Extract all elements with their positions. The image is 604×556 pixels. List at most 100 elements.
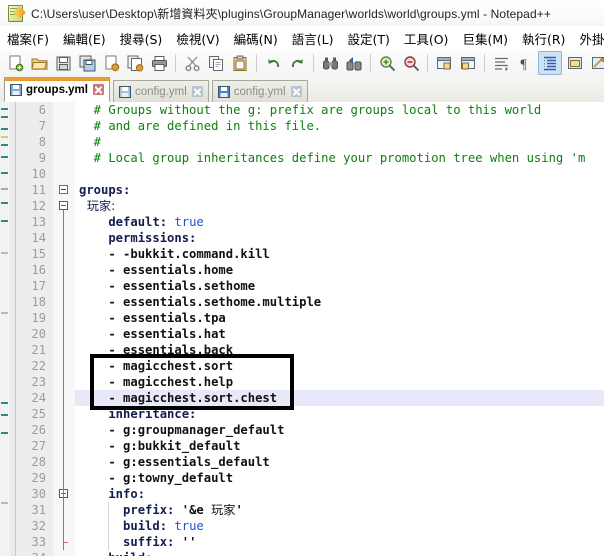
editor-line-21[interactable]: 21 - essentials.back: [16, 342, 604, 358]
code-text[interactable]: - g:groupmanager_default: [79, 422, 284, 438]
editor-line-11[interactable]: 11 groups:: [16, 182, 604, 198]
code-text[interactable]: # Groups without the g: prefix are group…: [79, 102, 542, 118]
code-text[interactable]: permissions:: [79, 230, 196, 246]
code-text[interactable]: - -bukkit.command.kill: [79, 246, 269, 262]
code-text[interactable]: inheritance:: [79, 406, 196, 422]
menu-run[interactable]: 執行(R): [515, 26, 572, 51]
menu-view[interactable]: 檢視(V): [169, 26, 226, 51]
editor-line-16[interactable]: 16 - essentials.home: [16, 262, 604, 278]
code-text[interactable]: info:: [79, 486, 145, 502]
menu-macro[interactable]: 巨集(M): [455, 26, 515, 51]
fold-toggle-line-12[interactable]: [59, 201, 68, 210]
toolbar-save[interactable]: [52, 52, 74, 74]
close-tab-icon[interactable]: [290, 86, 302, 97]
menu-search[interactable]: 搜尋(S): [113, 26, 170, 51]
code-text[interactable]: - magicchest.sort.chest: [79, 390, 277, 406]
toolbar-macro-record[interactable]: [588, 52, 604, 74]
editor-line-12[interactable]: 12 玩家:: [16, 198, 604, 214]
toolbar-print[interactable]: [148, 52, 170, 74]
editor-line-22[interactable]: 22 - magicchest.sort: [16, 358, 604, 374]
code-text[interactable]: - g:towny_default: [79, 470, 233, 486]
toolbar-show-all-chars[interactable]: ¶: [514, 52, 536, 74]
code-text[interactable]: - essentials.home: [79, 262, 233, 278]
toolbar-redo[interactable]: [286, 52, 308, 74]
tab-1[interactable]: groups.yml: [4, 77, 110, 102]
code-text[interactable]: - essentials.hat: [79, 326, 225, 342]
toolbar-new[interactable]: [4, 52, 26, 74]
editor-line-23[interactable]: 23 - magicchest.help: [16, 374, 604, 390]
code-text[interactable]: - essentials.sethome.multiple: [79, 294, 321, 310]
code-text[interactable]: - magicchest.help: [79, 374, 233, 390]
toolbar-save-all[interactable]: [76, 52, 98, 74]
editor-line-34[interactable]: 34 build:: [16, 550, 604, 556]
toolbar-indent-guide[interactable]: [538, 51, 562, 75]
editor-line-6[interactable]: 6 # Groups without the g: prefix are gro…: [16, 102, 604, 118]
editor-line-26[interactable]: 26 - g:groupmanager_default: [16, 422, 604, 438]
editor-line-19[interactable]: 19 - essentials.tpa: [16, 310, 604, 326]
editor-line-31[interactable]: 31 prefix: '&e 玩家': [16, 502, 604, 518]
editor-line-14[interactable]: 14 permissions:: [16, 230, 604, 246]
menu-plugins[interactable]: 外掛(P): [572, 26, 604, 51]
close-tab-icon[interactable]: [92, 84, 104, 95]
close-tab-icon[interactable]: [191, 86, 203, 97]
code-text[interactable]: suffix: '': [79, 534, 196, 550]
editor-line-17[interactable]: 17 - essentials.sethome: [16, 278, 604, 294]
editor-line-32[interactable]: 32 build: true: [16, 518, 604, 534]
menu-file[interactable]: 檔案(F): [0, 26, 56, 51]
code-text[interactable]: #: [79, 134, 101, 150]
code-text[interactable]: - g:essentials_default: [79, 454, 269, 470]
editor-line-18[interactable]: 18 - essentials.sethome.multiple: [16, 294, 604, 310]
code-text[interactable]: groups:: [79, 182, 130, 198]
toolbar-find[interactable]: [319, 52, 341, 74]
editor-line-27[interactable]: 27 - g:bukkit_default: [16, 438, 604, 454]
code-text[interactable]: prefix: '&e 玩家': [79, 502, 243, 518]
menu-encoding[interactable]: 編碼(N): [227, 26, 285, 51]
toolbar-undo[interactable]: [262, 52, 284, 74]
code-text[interactable]: # and are defined in this file.: [79, 118, 321, 134]
tab-2[interactable]: config.yml: [112, 80, 209, 102]
editor-line-8[interactable]: 8 #: [16, 134, 604, 150]
editor-line-15[interactable]: 15 - -bukkit.command.kill: [16, 246, 604, 262]
tab-3[interactable]: config.yml: [211, 80, 308, 102]
editor-line-33[interactable]: 33 suffix: '': [16, 534, 604, 550]
toolbar-paste[interactable]: [229, 52, 251, 74]
code-text[interactable]: - magicchest.sort: [79, 358, 233, 374]
menu-settings[interactable]: 設定(T): [340, 26, 396, 51]
code-text[interactable]: build:: [79, 550, 152, 556]
editor-area[interactable]: 6 # Groups without the g: prefix are gro…: [0, 102, 604, 556]
toolbar-cut[interactable]: [181, 52, 203, 74]
code-text[interactable]: # Local group inheritances define your p…: [79, 150, 586, 166]
code-text[interactable]: - essentials.tpa: [79, 310, 225, 326]
editor-line-20[interactable]: 20 - essentials.hat: [16, 326, 604, 342]
editor-line-24[interactable]: 24 - magicchest.sort.chest: [16, 390, 604, 406]
editor-line-30[interactable]: 30 info:: [16, 486, 604, 502]
toolbar-zoom-out[interactable]: [400, 52, 422, 74]
toolbar-open[interactable]: [28, 52, 50, 74]
toolbar-zoom-in[interactable]: [376, 52, 398, 74]
toolbar-sync-horizontal[interactable]: [457, 52, 479, 74]
editor-line-7[interactable]: 7 # and are defined in this file.: [16, 118, 604, 134]
toolbar-sync-vertical[interactable]: [433, 52, 455, 74]
editor-line-25[interactable]: 25 inheritance:: [16, 406, 604, 422]
fold-toggle-line-11[interactable]: [59, 185, 68, 194]
toolbar-close-all[interactable]: [124, 52, 146, 74]
code-text[interactable]: - essentials.sethome: [79, 278, 255, 294]
editor-line-28[interactable]: 28 - g:essentials_default: [16, 454, 604, 470]
menu-language[interactable]: 語言(L): [285, 26, 341, 51]
editor-line-9[interactable]: 9 # Local group inheritances define your…: [16, 150, 604, 166]
toolbar-user-language[interactable]: [564, 52, 586, 74]
code-text[interactable]: default: true: [79, 214, 203, 230]
code-text[interactable]: - g:bukkit_default: [79, 438, 240, 454]
code-editor[interactable]: 6 # Groups without the g: prefix are gro…: [16, 102, 604, 556]
editor-line-13[interactable]: 13 default: true: [16, 214, 604, 230]
code-text[interactable]: 玩家:: [79, 198, 116, 214]
code-text[interactable]: - essentials.back: [79, 342, 233, 358]
toolbar-copy[interactable]: [205, 52, 227, 74]
editor-line-29[interactable]: 29 - g:towny_default: [16, 470, 604, 486]
toolbar-replace[interactable]: [343, 52, 365, 74]
editor-line-10[interactable]: 10: [16, 166, 604, 182]
toolbar-word-wrap[interactable]: [490, 52, 512, 74]
menu-tools[interactable]: 工具(O): [397, 26, 456, 51]
code-text[interactable]: build: true: [79, 518, 204, 534]
toolbar-close[interactable]: [100, 52, 122, 74]
